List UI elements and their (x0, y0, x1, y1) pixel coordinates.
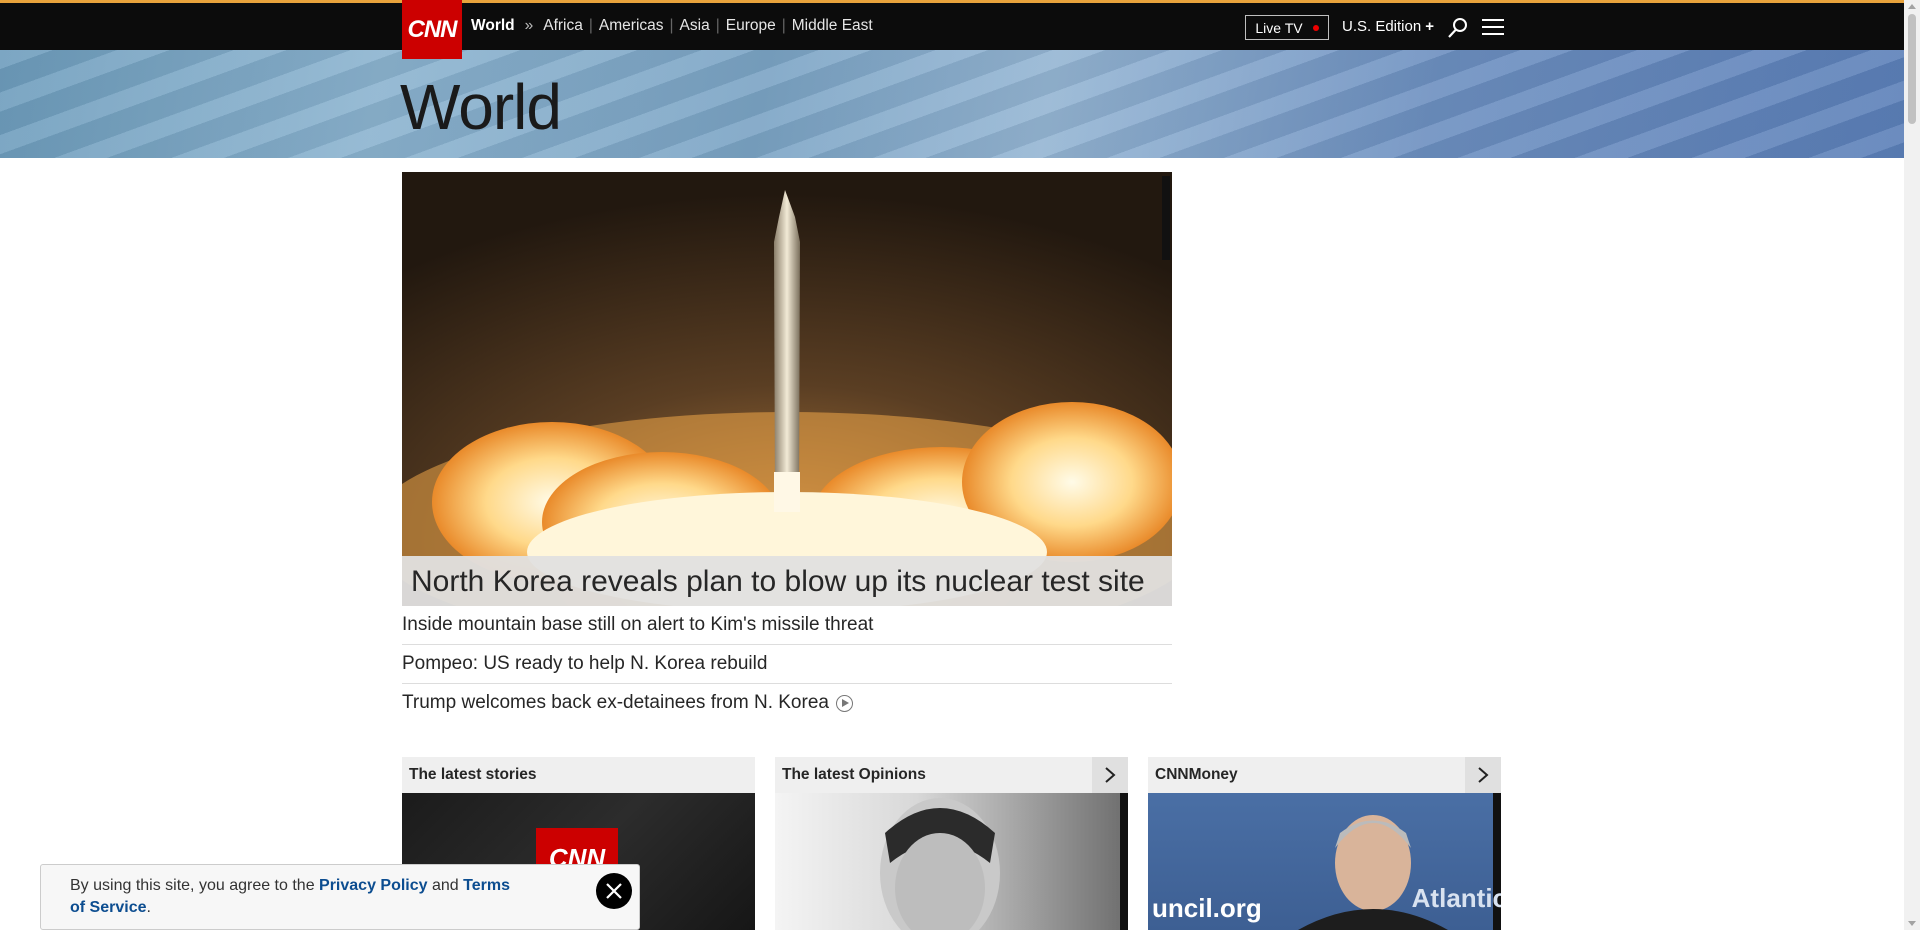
page-title: World (400, 71, 562, 143)
background-sign-text: Atlantic (1411, 883, 1501, 913)
chevron-right-icon[interactable] (1092, 757, 1128, 793)
related-link[interactable]: Pompeo: US ready to help N. Korea rebuil… (402, 645, 1172, 684)
section-banner: World (0, 50, 1904, 158)
related-link-text[interactable]: Trump welcomes back ex-detainees from N.… (402, 684, 829, 722)
close-icon[interactable] (596, 873, 632, 909)
scrollbar-thumb[interactable] (1908, 14, 1916, 124)
nav-item-africa[interactable]: Africa (543, 17, 583, 35)
cookie-consent-banner: By using this site, you agree to the Pri… (40, 864, 640, 930)
live-indicator-dot-icon (1312, 24, 1319, 31)
edition-label: U.S. Edition (1342, 18, 1422, 35)
live-tv-button[interactable]: Live TV (1245, 15, 1329, 40)
nav-separator: | (669, 17, 674, 34)
edition-plus-icon: + (1425, 18, 1434, 35)
scroll-down-icon[interactable] (1908, 921, 1916, 926)
hero-story[interactable]: North Korea reveals plan to blow up its … (402, 172, 1172, 606)
scroll-up-icon[interactable] (1908, 4, 1916, 9)
edition-selector[interactable]: U.S. Edition + (1342, 18, 1434, 35)
cookie-text-prefix: By using this site, you agree to the (70, 877, 320, 894)
cookie-text-middle: and (427, 877, 464, 894)
cnn-logo-text: CNN (407, 15, 458, 43)
card-header[interactable]: CNNMoney (1148, 757, 1501, 793)
related-link-text[interactable]: Pompeo: US ready to help N. Korea rebuil… (402, 645, 767, 683)
privacy-policy-link[interactable]: Privacy Policy (319, 877, 428, 894)
card-latest-opinions[interactable]: The latest Opinions (775, 757, 1128, 930)
card-header[interactable]: The latest stories (402, 757, 755, 793)
nav-section-world[interactable]: World (471, 17, 515, 35)
cookie-text-suffix: . (146, 899, 151, 916)
top-nav-bar: World » Africa | Americas | Asia | Europ… (0, 0, 1904, 50)
nav-separator: | (715, 17, 720, 34)
hero-headline[interactable]: North Korea reveals plan to blow up its … (402, 556, 1172, 606)
section-nav: World » Africa | Americas | Asia | Europ… (471, 17, 873, 35)
nav-separator: | (588, 17, 593, 34)
card-title: The latest Opinions (782, 766, 926, 783)
card-title: CNNMoney (1155, 766, 1238, 783)
nav-item-middle-east[interactable]: Middle East (792, 17, 873, 35)
portrait-photo (880, 793, 1128, 930)
live-tv-label: Live TV (1255, 19, 1303, 36)
video-play-icon (835, 694, 853, 712)
card-image[interactable] (775, 793, 1128, 930)
nav-item-europe[interactable]: Europe (726, 17, 776, 35)
nav-item-asia[interactable]: Asia (680, 17, 710, 35)
hamburger-menu-icon[interactable] (1482, 18, 1504, 36)
nav-breadcrumb-arrow: » (524, 17, 534, 34)
background-sign-text: uncil.org (1152, 893, 1262, 923)
photo-credit (1162, 176, 1170, 260)
nav-separator: | (781, 17, 786, 34)
missile-launch-image (402, 172, 1172, 606)
card-cnnmoney[interactable]: CNNMoney uncil.org Atlantic (1148, 757, 1501, 930)
card-image[interactable]: uncil.org Atlantic (1148, 793, 1501, 930)
search-icon[interactable] (1447, 17, 1469, 39)
related-links-list: Inside mountain base still on alert to K… (402, 606, 1172, 722)
cnn-logo[interactable]: CNN (402, 0, 462, 59)
card-header[interactable]: The latest Opinions (775, 757, 1128, 793)
related-link[interactable]: Inside mountain base still on alert to K… (402, 606, 1172, 645)
chevron-right-icon[interactable] (1465, 757, 1501, 793)
related-link-text[interactable]: Inside mountain base still on alert to K… (402, 606, 873, 644)
page-scrollbar[interactable] (1904, 0, 1920, 930)
card-title: The latest stories (409, 766, 537, 783)
nav-item-americas[interactable]: Americas (599, 17, 664, 35)
related-link[interactable]: Trump welcomes back ex-detainees from N.… (402, 684, 1172, 722)
